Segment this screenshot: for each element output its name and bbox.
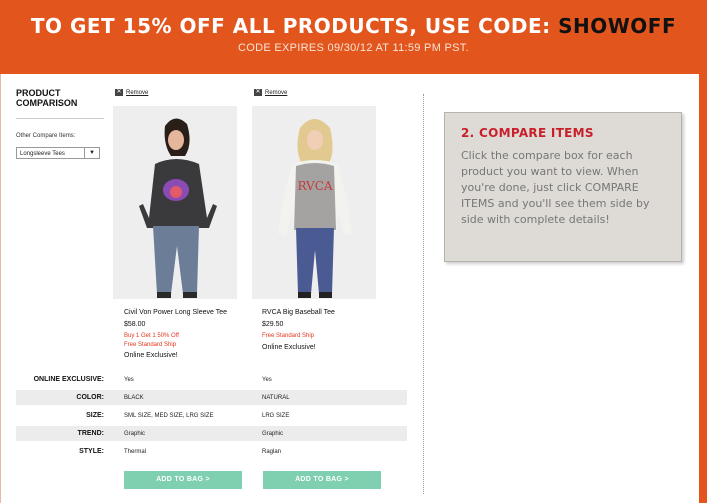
promo-headline-text: TO GET 15% OFF ALL PRODUCTS, USE CODE: <box>30 14 551 38</box>
compare-category-value: Longsleeve Tees <box>20 151 65 157</box>
dotted-divider <box>423 94 424 494</box>
remove-label[interactable]: Remove <box>265 90 287 96</box>
product-comparison-title: PRODUCT COMPARISON <box>16 88 78 108</box>
chevron-down-icon[interactable]: ▼ <box>84 148 99 158</box>
promo-code: SHOWOFF <box>558 14 677 38</box>
compare-category-select[interactable]: Longsleeve Tees ▼ <box>16 147 100 159</box>
attr-value-exclusive-1: Yes <box>124 377 134 383</box>
promo-banner: TO GET 15% OFF ALL PRODUCTS, USE CODE: S… <box>0 0 707 74</box>
promo-shipping: Free Standard Ship <box>124 342 177 348</box>
product-promo-2: Free Standard Ship <box>262 332 314 341</box>
instructions-title: 2. COMPARE ITEMS <box>461 126 594 140</box>
attr-label-online-exclusive: ONLINE EXCLUSIVE: <box>33 376 104 383</box>
attr-value-trend-1: Graphic <box>124 431 146 437</box>
attr-value-size-2: LRG SIZE <box>262 413 290 419</box>
attr-value-trend-2: Graphic <box>262 431 284 437</box>
product-photo-2: RVCA <box>252 106 376 299</box>
instructions-body: Click the compare box for each product y… <box>461 149 650 226</box>
promo-headline: TO GET 15% OFF ALL PRODUCTS, USE CODE: S… <box>0 14 707 38</box>
add-to-bag-button-1[interactable]: ADD TO BAG > <box>124 471 242 489</box>
remove-label[interactable]: Remove <box>126 90 148 96</box>
product-name-2[interactable]: RVCA Big Baseball Tee <box>262 309 335 316</box>
product-name-1[interactable]: Civil Von Power Long Sleeve Tee <box>124 309 227 316</box>
close-icon[interactable]: ✕ <box>115 89 123 96</box>
right-border <box>699 74 707 503</box>
remove-product-1[interactable]: ✕ Remove <box>115 89 148 96</box>
add-to-bag-button-2[interactable]: ADD TO BAG > <box>263 471 381 489</box>
product-image-2[interactable]: RVCA <box>252 106 376 299</box>
close-icon[interactable]: ✕ <box>254 89 262 96</box>
promo-offer: Buy 1 Get 1 50% Off <box>124 333 179 339</box>
product-photo-1 <box>113 106 237 299</box>
attr-label-size: SIZE: <box>86 412 104 419</box>
product-price-2: $29.50 <box>262 321 284 328</box>
product-exclusive-1: Online Exclusive! <box>124 352 178 359</box>
rvca-logo: RVCA <box>297 179 332 193</box>
attr-value-color-1: BLACK <box>124 395 144 401</box>
attr-value-style-2: Raglan <box>262 449 282 455</box>
attr-label-color: COLOR: <box>76 394 104 401</box>
attr-value-style-1: Thermal <box>124 449 147 455</box>
compare-instructions-card: 2. COMPARE ITEMS Click the compare box f… <box>444 112 682 262</box>
promo-shipping: Free Standard Ship <box>262 333 315 339</box>
attr-label-trend: TREND: <box>77 430 104 437</box>
product-exclusive-2: Online Exclusive! <box>262 344 316 351</box>
remove-product-2[interactable]: ✕ Remove <box>254 89 287 96</box>
product-image-1[interactable] <box>113 106 237 299</box>
attr-label-style: STYLE: <box>79 448 104 455</box>
other-compare-label: Other Compare Items: <box>16 133 76 139</box>
sidebar-divider <box>16 118 104 119</box>
product-price-1: $58.00 <box>124 321 146 328</box>
attr-value-exclusive-2: Yes <box>262 377 272 383</box>
product-promo-1: Buy 1 Get 1 50% Off Free Standard Ship <box>124 332 179 350</box>
promo-expiry: CODE EXPIRES 09/30/12 AT 11:59 PM PST. <box>238 42 469 54</box>
attr-value-color-2: NATURAL <box>262 395 290 401</box>
attr-value-size-1: SML SIZE, MED SIZE, LRG SIZE <box>124 413 214 419</box>
left-border <box>0 74 1 503</box>
